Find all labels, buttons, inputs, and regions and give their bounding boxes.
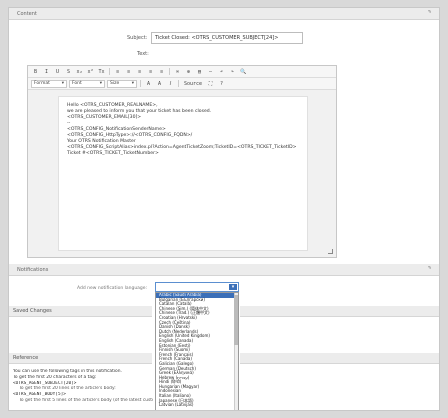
saved-changes-header: Saved Changes [9, 306, 152, 317]
redo-icon[interactable]: ↷ [228, 68, 237, 76]
subject-label: Subject: [127, 35, 148, 41]
font-select-label: Font [72, 80, 82, 86]
language-dropdown-list: Arabic (Saudi Arabia) Bulgarian (Българск… [155, 292, 239, 410]
background-color-icon[interactable]: A [155, 80, 164, 88]
language-option-list: Arabic (Saudi Arabia) Bulgarian (Българск… [156, 293, 238, 408]
collapse-icon[interactable]: ⌝ [428, 264, 431, 276]
bullet-list-button[interactable]: ≡ [124, 68, 133, 76]
notifications-section-title: Notifications [17, 267, 49, 273]
remove-format-button[interactable]: Tx [97, 68, 106, 76]
text-label: Text: [137, 51, 149, 57]
text-color-icon[interactable]: A [144, 80, 153, 88]
bold-button[interactable]: B [31, 68, 40, 76]
reference-header: Reference [9, 353, 152, 364]
dropdown-scrollbar-thumb[interactable] [234, 295, 238, 345]
align-button[interactable]: ≡ [157, 68, 166, 76]
table-icon[interactable]: ▤ [195, 68, 204, 76]
format-select-label: Format [34, 80, 50, 86]
source-button[interactable]: Source [182, 80, 204, 88]
content-section-header[interactable]: Content ⌝ [9, 8, 439, 20]
resize-handle-icon[interactable] [328, 249, 333, 254]
font-select[interactable]: Font ▾ [69, 79, 105, 88]
size-select[interactable]: Size ▾ [107, 79, 137, 88]
language-select-label: Add new notification language: [77, 286, 148, 291]
help-icon[interactable]: ? [217, 80, 226, 88]
notifications-section-header[interactable]: Notifications ⌝ [9, 264, 439, 276]
editor-document[interactable]: Hello <OTRS_CUSTOMER_REALNAME>, we are p… [58, 96, 308, 251]
maximize-icon[interactable]: ⛶ [206, 80, 215, 88]
superscript-button[interactable]: x² [86, 68, 95, 76]
italic-style-icon[interactable]: 𝐼 [166, 80, 175, 88]
language-option[interactable]: Latvian (Latvijas) [156, 403, 238, 408]
ordered-list-button[interactable]: ≡ [113, 68, 122, 76]
horizontal-rule-icon[interactable]: — [206, 68, 215, 76]
reference-title: Reference [13, 355, 39, 361]
notification-edit-form: Content ⌝ Subject: Ticket Closed: <OTRS_… [8, 7, 440, 411]
content-section-title: Content [17, 11, 37, 17]
body-line: Ticket #<OTRS_TICKET_TicketNumber> [67, 151, 159, 156]
link-icon[interactable]: ∞ [173, 68, 182, 76]
reference-description: To get the first 5 lines of the article'… [19, 397, 153, 403]
subscript-button[interactable]: x₂ [75, 68, 84, 76]
underline-button[interactable]: U [53, 68, 62, 76]
editor-toolbar-row-1: B I U S x₂ x² Tx ≡ ≡ ≡ ≡ ≡ ∞ ⊕ ▤ — ↶ ↷ 🔍 [28, 66, 336, 78]
toolbar-divider [140, 80, 141, 87]
format-select[interactable]: Format ▾ [31, 79, 67, 88]
undo-icon[interactable]: ↶ [217, 68, 226, 76]
find-icon[interactable]: 🔍 [239, 68, 248, 76]
chevron-down-icon[interactable]: ▾ [229, 284, 237, 290]
language-select[interactable]: ▾ [155, 282, 239, 292]
unlink-icon[interactable]: ⊕ [184, 68, 193, 76]
editor-toolbar-row-2: Format ▾ Font ▾ Size ▾ A A 𝐼 Source ⛶ ? [28, 78, 336, 90]
size-select-label: Size [110, 80, 120, 86]
chevron-down-icon: ▾ [131, 80, 134, 86]
reference-header-strip [240, 353, 439, 364]
toolbar-divider [178, 80, 179, 87]
strike-button[interactable]: S [64, 68, 73, 76]
italic-button[interactable]: I [42, 68, 51, 76]
collapse-icon[interactable]: ⌝ [428, 8, 431, 20]
toolbar-divider [169, 68, 170, 75]
chevron-down-icon: ▾ [99, 80, 102, 86]
saved-changes-header-strip [240, 306, 439, 317]
reference-body: You can use the following tags in this n… [13, 369, 153, 404]
outdent-button[interactable]: ≡ [135, 68, 144, 76]
indent-button[interactable]: ≡ [146, 68, 155, 76]
saved-changes-title: Saved Changes [13, 308, 52, 314]
toolbar-divider [109, 68, 110, 75]
subject-input[interactable]: Ticket Closed: <OTRS_CUSTOMER_SUBJECT[24… [151, 32, 303, 44]
chevron-down-icon: ▾ [61, 80, 64, 86]
rich-text-editor: B I U S x₂ x² Tx ≡ ≡ ≡ ≡ ≡ ∞ ⊕ ▤ — ↶ ↷ 🔍… [27, 65, 337, 258]
